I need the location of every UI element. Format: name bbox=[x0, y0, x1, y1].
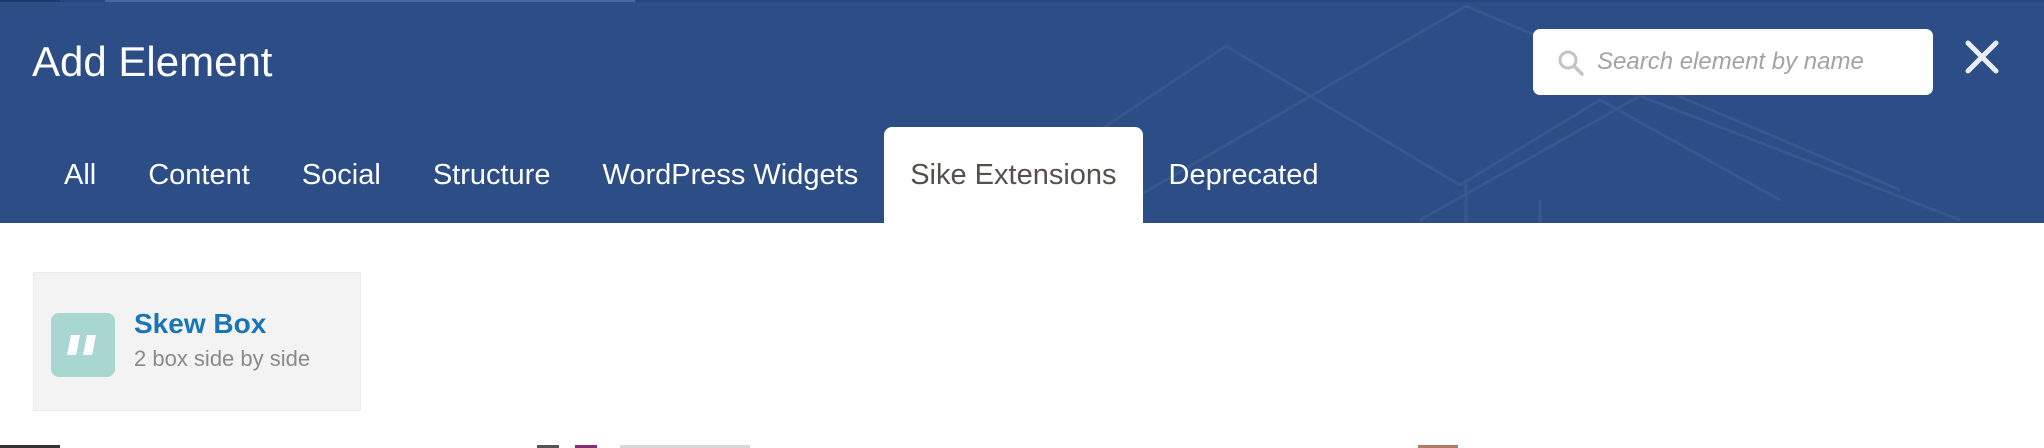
element-card-skew-box[interactable]: Skew Box 2 box side by side bbox=[33, 272, 361, 411]
tab-all[interactable]: All bbox=[38, 127, 122, 223]
modal-title: Add Element bbox=[32, 38, 273, 85]
tab-wordpress-widgets[interactable]: WordPress Widgets bbox=[576, 127, 884, 223]
element-name: Skew Box bbox=[134, 308, 267, 339]
category-tabs: All Content Social Structure WordPress W… bbox=[38, 127, 1344, 223]
modal-header: Add Element All Content Social Structure… bbox=[0, 0, 2044, 223]
element-description: 2 box side by side bbox=[134, 346, 311, 371]
element-list: Skew Box 2 box side by side bbox=[0, 223, 2044, 448]
tab-content[interactable]: Content bbox=[122, 127, 276, 223]
close-button[interactable] bbox=[1962, 37, 2002, 77]
search-icon bbox=[1558, 50, 1584, 76]
search-box[interactable] bbox=[1533, 29, 1933, 95]
tab-structure[interactable]: Structure bbox=[407, 127, 577, 223]
add-element-modal: Add Element All Content Social Structure… bbox=[0, 0, 2044, 448]
tab-sike-extensions[interactable]: Sike Extensions bbox=[884, 127, 1143, 223]
tab-deprecated[interactable]: Deprecated bbox=[1143, 127, 1345, 223]
close-icon bbox=[1965, 40, 1999, 74]
search-input[interactable] bbox=[1597, 29, 1917, 95]
top-edge-strip bbox=[0, 0, 2044, 2]
tab-social[interactable]: Social bbox=[276, 127, 407, 223]
bottom-edge-strip bbox=[0, 444, 2044, 448]
skew-box-icon bbox=[51, 313, 115, 377]
